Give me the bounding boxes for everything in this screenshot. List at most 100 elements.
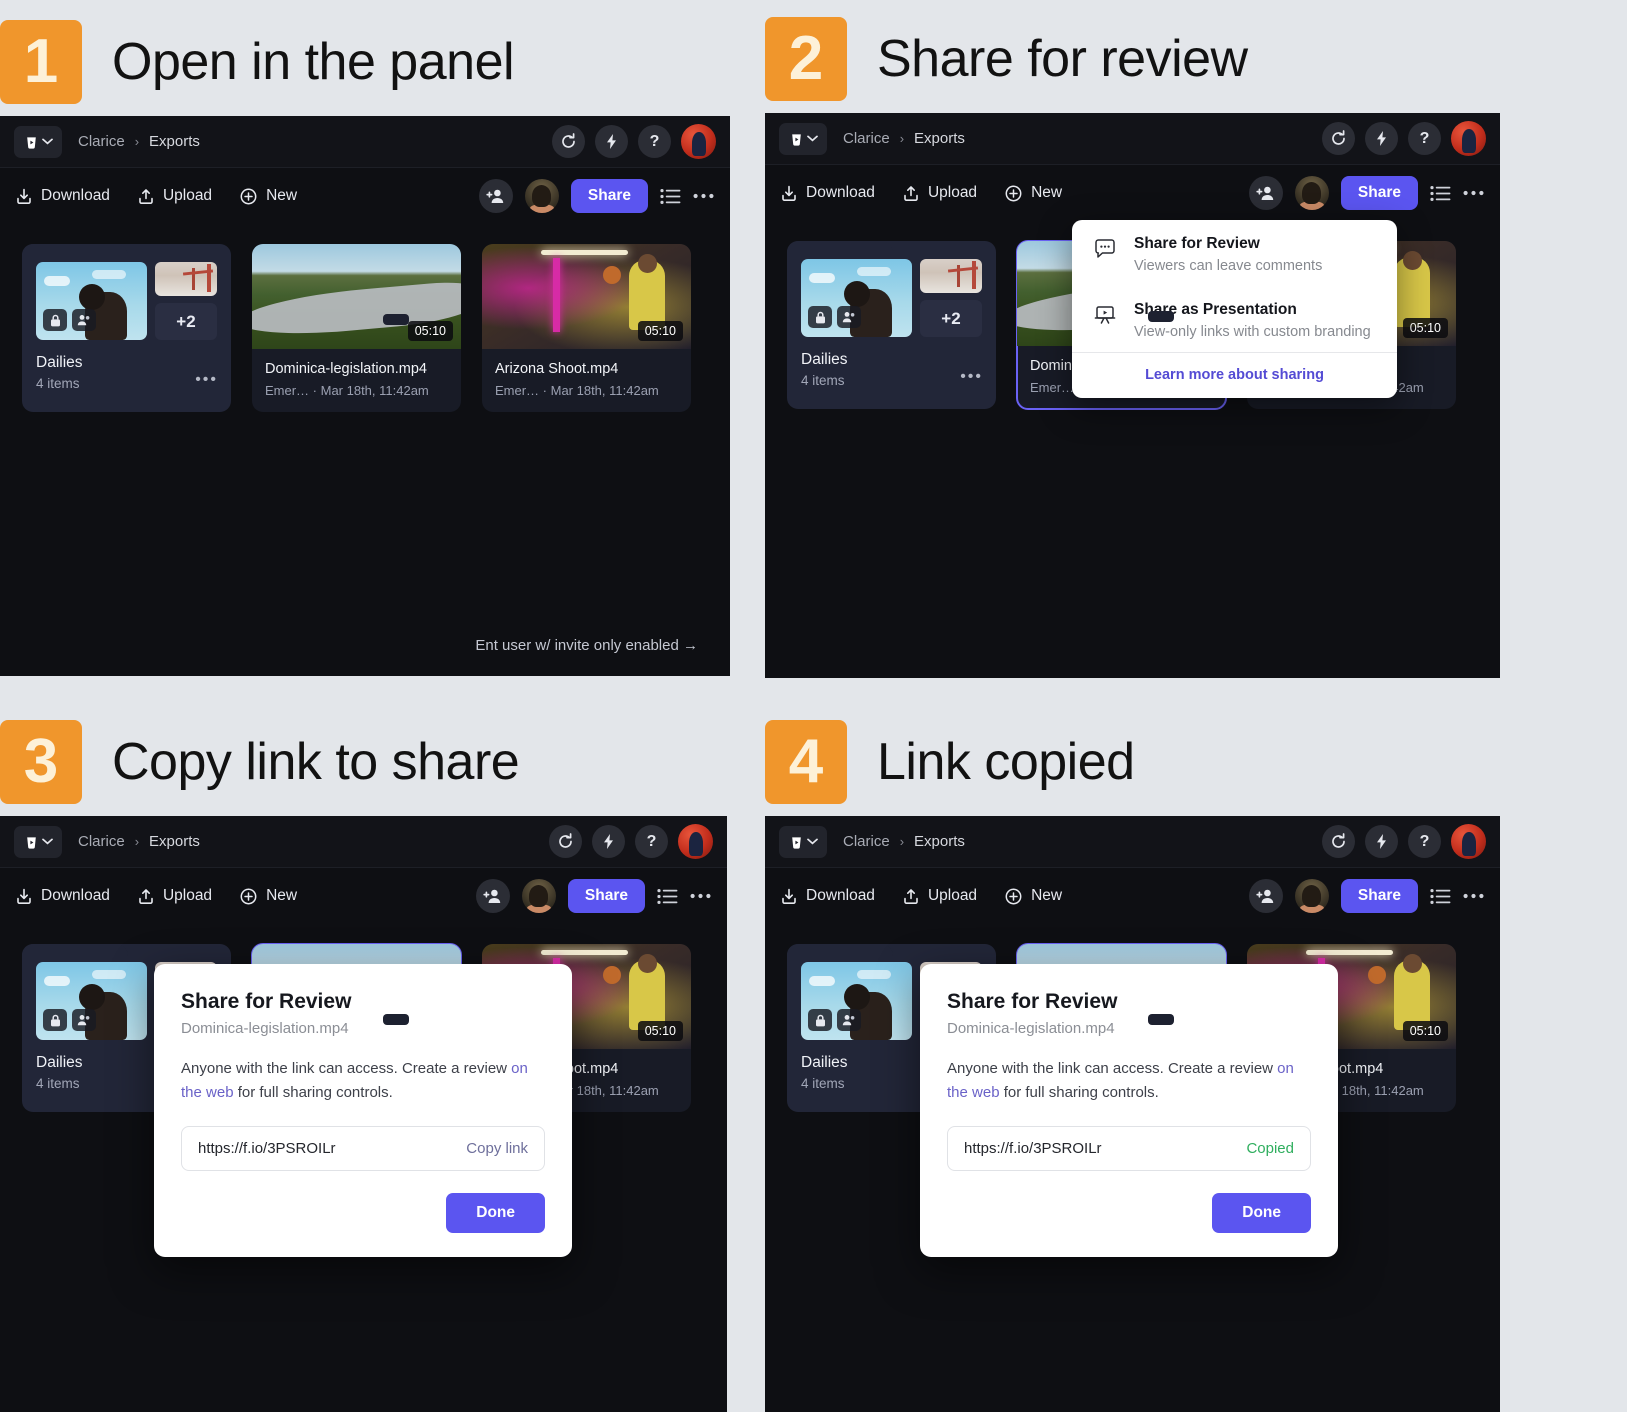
new-button[interactable]: New bbox=[1005, 887, 1062, 905]
video-card-dominica[interactable]: 05:10 Dominica-legislation.mp4 Emer… · M… bbox=[252, 244, 461, 412]
workspace-switcher-button[interactable] bbox=[14, 825, 62, 858]
workspace-switcher-button[interactable] bbox=[779, 122, 827, 155]
refresh-button[interactable] bbox=[1322, 825, 1355, 858]
add-person-button[interactable] bbox=[478, 179, 513, 213]
breadcrumb-current[interactable]: Exports bbox=[914, 130, 965, 147]
more-options-button[interactable] bbox=[1463, 190, 1484, 196]
refresh-button[interactable] bbox=[549, 825, 582, 858]
share-button[interactable]: Share bbox=[1340, 176, 1418, 210]
chevron-down-icon bbox=[41, 838, 53, 845]
add-person-button[interactable] bbox=[1248, 879, 1283, 913]
dialog-filename: Dominica-legislation.mp4 bbox=[181, 1020, 349, 1037]
folder-card-dailies[interactable]: +2 Dailies 4 items ••• bbox=[22, 244, 231, 412]
dialog-title: Share for Review bbox=[181, 990, 352, 1013]
collaborator-avatar[interactable] bbox=[1294, 176, 1329, 210]
workspace-switcher-button[interactable] bbox=[779, 825, 827, 858]
breadcrumb: Clarice › Exports bbox=[78, 833, 200, 850]
more-options-button[interactable] bbox=[690, 893, 711, 899]
list-view-button[interactable] bbox=[660, 188, 681, 205]
upload-button[interactable]: Upload bbox=[138, 887, 212, 905]
upload-button[interactable]: Upload bbox=[903, 184, 977, 202]
more-options-button[interactable] bbox=[1463, 893, 1484, 899]
download-icon bbox=[781, 888, 797, 905]
folder-more-button[interactable]: ••• bbox=[960, 369, 983, 385]
help-button[interactable]: ? bbox=[1408, 825, 1441, 858]
new-label: New bbox=[1031, 887, 1063, 904]
breadcrumb: Clarice › Exports bbox=[843, 833, 965, 850]
video-card-arizona[interactable]: 05:10 Arizona Shoot.mp4 Emer… · Mar 18th… bbox=[482, 244, 691, 412]
breadcrumb-separator: › bbox=[134, 134, 140, 149]
download-button[interactable]: Download bbox=[781, 887, 875, 905]
breadcrumb-current[interactable]: Exports bbox=[149, 833, 200, 850]
list-view-button[interactable] bbox=[1430, 888, 1451, 905]
user-avatar[interactable] bbox=[1451, 121, 1486, 156]
add-person-button[interactable] bbox=[475, 879, 510, 913]
lightning-button[interactable] bbox=[595, 125, 628, 158]
share-button[interactable]: Share bbox=[567, 879, 645, 913]
help-button[interactable]: ? bbox=[635, 825, 668, 858]
cup-icon bbox=[789, 833, 804, 850]
step-panel-3: 3 Copy link to share Clarice › Exports ?… bbox=[0, 708, 727, 1412]
share-link-url[interactable]: https://f.io/3PSROILr bbox=[964, 1140, 1102, 1157]
new-button[interactable]: New bbox=[240, 187, 297, 205]
download-button[interactable]: Download bbox=[781, 184, 875, 202]
list-view-button[interactable] bbox=[657, 888, 678, 905]
menu-item-share-for-review[interactable]: Share for Review Viewers can leave comme… bbox=[1072, 220, 1397, 286]
collaborator-avatar[interactable] bbox=[1294, 879, 1329, 913]
upload-button[interactable]: Upload bbox=[138, 187, 212, 205]
breadcrumb-current[interactable]: Exports bbox=[149, 133, 200, 150]
collaborator-avatar[interactable] bbox=[521, 879, 556, 913]
dialog-title: Share for Review bbox=[947, 990, 1118, 1013]
lock-icon bbox=[43, 1009, 67, 1031]
folder-thumbnail-secondary bbox=[920, 259, 982, 293]
breadcrumb-root[interactable]: Clarice bbox=[843, 833, 890, 850]
add-person-button[interactable] bbox=[1248, 176, 1283, 210]
more-options-button[interactable] bbox=[693, 193, 714, 199]
done-button[interactable]: Done bbox=[446, 1192, 545, 1233]
share-link-url[interactable]: https://f.io/3PSROILr bbox=[198, 1140, 336, 1157]
tutorial-sheet: 1 Open in the panel Clarice › Exports ? … bbox=[0, 0, 1627, 1412]
download-button[interactable]: Download bbox=[16, 887, 110, 905]
breadcrumb-root[interactable]: Clarice bbox=[843, 130, 890, 147]
app-topbar-2: Clarice › Exports ? bbox=[765, 113, 1500, 165]
new-button[interactable]: New bbox=[1005, 184, 1062, 202]
help-button[interactable]: ? bbox=[638, 125, 671, 158]
download-icon bbox=[781, 185, 797, 202]
workspace-switcher-button[interactable] bbox=[14, 125, 62, 158]
app-toolbar-4: Download Upload New Share bbox=[765, 868, 1500, 924]
lightning-button[interactable] bbox=[1365, 825, 1398, 858]
refresh-button[interactable] bbox=[1322, 122, 1355, 155]
new-button[interactable]: New bbox=[240, 887, 297, 905]
list-view-button[interactable] bbox=[1430, 185, 1451, 202]
step-2-badge: 2 bbox=[765, 17, 847, 101]
help-button[interactable]: ? bbox=[1408, 122, 1441, 155]
download-icon bbox=[16, 188, 32, 205]
lightning-button[interactable] bbox=[1365, 122, 1398, 155]
lightning-button[interactable] bbox=[592, 825, 625, 858]
copy-link-button[interactable]: Copy link bbox=[466, 1140, 528, 1157]
breadcrumb-separator: › bbox=[899, 131, 905, 146]
refresh-button[interactable] bbox=[552, 125, 585, 158]
upload-icon bbox=[138, 188, 154, 205]
topbar-actions-3: ? bbox=[549, 824, 713, 859]
user-avatar[interactable] bbox=[1451, 824, 1486, 859]
folder-more-button[interactable]: ••• bbox=[195, 372, 218, 388]
step-2-header: 2 Share for review bbox=[765, 5, 1500, 113]
download-button[interactable]: Download bbox=[16, 187, 110, 205]
collaborator-avatar[interactable] bbox=[524, 179, 559, 213]
folder-card-dailies[interactable]: +2 Dailies 4 items ••• bbox=[787, 241, 996, 409]
menu-item-share-as-presentation[interactable]: Share as Presentation View-only links wi… bbox=[1072, 286, 1397, 352]
share-button[interactable]: Share bbox=[570, 179, 648, 213]
breadcrumb-separator: › bbox=[899, 834, 905, 849]
done-button[interactable]: Done bbox=[1212, 1192, 1311, 1233]
share-button[interactable]: Share bbox=[1340, 879, 1418, 913]
learn-more-link[interactable]: Learn more about sharing bbox=[1145, 367, 1324, 383]
breadcrumb-root[interactable]: Clarice bbox=[78, 833, 125, 850]
user-avatar[interactable] bbox=[678, 824, 713, 859]
breadcrumb-current[interactable]: Exports bbox=[914, 833, 965, 850]
upload-button[interactable]: Upload bbox=[903, 887, 977, 905]
step-4-header: 4 Link copied bbox=[765, 708, 1500, 816]
topbar-actions-2: ? bbox=[1322, 121, 1486, 156]
breadcrumb-root[interactable]: Clarice bbox=[78, 133, 125, 150]
user-avatar[interactable] bbox=[681, 124, 716, 159]
